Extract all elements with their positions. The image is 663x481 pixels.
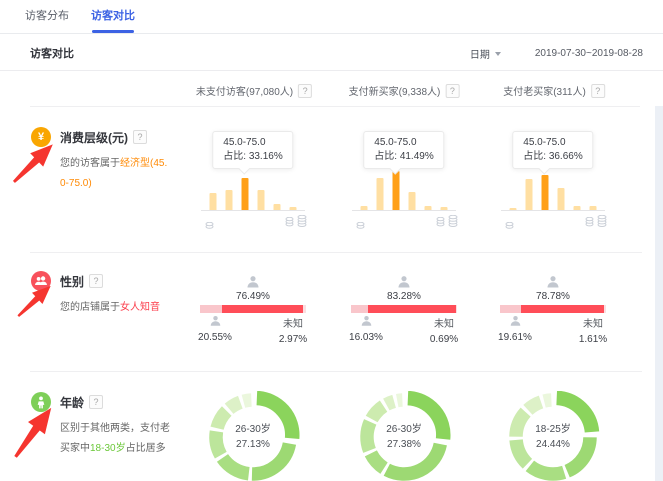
tab-label: 访客分布 <box>25 10 69 22</box>
coins-high-icon <box>436 211 458 229</box>
tab-bar: 访客分布 访客对比 <box>0 0 663 34</box>
column-header-new-buyers: 支付新买家(9,338人)? <box>349 83 460 98</box>
help-icon[interactable]: ? <box>591 84 605 98</box>
help-icon[interactable]: ? <box>133 130 147 144</box>
help-icon[interactable]: ? <box>89 395 103 409</box>
unknown-percent: 2.97% <box>273 334 313 345</box>
gender-stacked-bar[interactable] <box>200 305 306 313</box>
unknown-percent: 1.61% <box>573 334 613 345</box>
consumption-chart-new-buyers: 45.0-75.0 占比: 41.49% <box>344 118 464 252</box>
age-chart-unpaid: 26-30岁 27.13% <box>193 388 313 481</box>
male-percent: 19.61% <box>495 332 535 343</box>
column-header-unpaid-visitors: 未支付访客(97,080人)? <box>196 83 312 98</box>
chart-tooltip: 45.0-75.0 占比: 41.49% <box>363 131 444 169</box>
chart-tooltip: 45.0-75.0 占比: 33.16% <box>212 131 293 169</box>
coins-high-icon <box>585 211 607 229</box>
consumption-chart-unpaid: 45.0-75.0 占比: 33.16% <box>193 118 313 252</box>
male-block: 19.61% <box>495 315 535 343</box>
gender-stacked-bar[interactable] <box>351 305 457 313</box>
bar-chart[interactable] <box>210 178 297 210</box>
male-percent: 20.55% <box>195 332 235 343</box>
female-percent: 83.28% <box>344 291 464 302</box>
coins-low-icon <box>505 213 514 231</box>
unknown-label: 未知 <box>573 315 613 330</box>
female-percent: 76.49% <box>193 291 313 302</box>
tab-visitor-distribution[interactable]: 访客分布 <box>25 0 69 33</box>
male-block: 16.03% <box>346 315 386 343</box>
unknown-label: 未知 <box>424 315 464 330</box>
panel-title: 访客对比 <box>30 45 74 61</box>
tab-visitor-compare[interactable]: 访客对比 <box>91 0 135 33</box>
row-description: 区别于其他两类，支付老买家中18-30岁占比居多 <box>60 419 172 459</box>
help-icon[interactable]: ? <box>89 274 103 288</box>
date-filter[interactable]: 日期 2019-07-30~2019-08-28 <box>470 46 643 61</box>
date-filter-label[interactable]: 日期 <box>470 46 490 61</box>
coins-low-icon <box>356 213 365 231</box>
unknown-percent: 0.69% <box>424 334 464 345</box>
divider <box>30 252 642 253</box>
visitor-compare-page: 访客分布 访客对比 访客对比 日期 2019-07-30~2019-08-28 … <box>0 0 663 481</box>
gender-chart-new-buyers: 83.28% 16.03% 未知 0.69% <box>344 270 464 350</box>
bar-chart[interactable] <box>361 171 448 210</box>
highlight-text: 女人知音 <box>120 302 160 313</box>
active-tab-underline <box>92 30 134 33</box>
coins-low-icon <box>205 213 214 231</box>
chevron-down-icon <box>495 52 501 56</box>
date-range-value[interactable]: 2019-07-30~2019-08-28 <box>535 48 643 59</box>
unknown-block: 未知 1.61% <box>573 315 613 345</box>
row-label-consumption: ¥ 消费层级(元) ? 您的访客属于经济型(45.0-75.0) <box>31 127 183 194</box>
unknown-block: 未知 0.69% <box>424 315 464 345</box>
male-percent: 16.03% <box>346 332 386 343</box>
row-description: 您的访客属于经济型(45.0-75.0) <box>60 154 172 194</box>
chart-tooltip: 45.0-75.0 占比: 36.66% <box>512 131 593 169</box>
gender-stacked-bar[interactable] <box>500 305 606 313</box>
unknown-block: 未知 2.97% <box>273 315 313 345</box>
divider <box>0 70 663 71</box>
female-icon <box>546 275 561 292</box>
male-icon <box>509 319 522 330</box>
donut-center-label: 18-25岁 24.44% <box>493 422 613 452</box>
coins-high-icon <box>285 211 307 229</box>
female-icon <box>246 275 261 292</box>
row-description: 您的店铺属于女人知音 <box>60 298 172 318</box>
column-header-repeat-buyers: 支付老买家(311人)? <box>503 83 605 98</box>
consumption-chart-repeat-buyers: 45.0-75.0 占比: 36.66% <box>493 118 613 252</box>
age-chart-repeat-buyers: 18-25岁 24.44% <box>493 388 613 481</box>
donut-center-label: 26-30岁 27.38% <box>344 422 464 452</box>
male-block: 20.55% <box>195 315 235 343</box>
donut-center-label: 26-30岁 27.13% <box>193 422 313 452</box>
row-title: 消费层级(元) <box>60 129 128 146</box>
divider <box>30 371 642 372</box>
male-icon <box>360 319 373 330</box>
row-label-age: 年龄 ? 区别于其他两类，支付老买家中18-30岁占比居多 <box>31 392 183 459</box>
gender-chart-repeat-buyers: 78.78% 19.61% 未知 1.61% <box>493 270 613 350</box>
male-icon <box>209 319 222 330</box>
help-icon[interactable]: ? <box>445 84 459 98</box>
page-background-strip <box>655 106 663 481</box>
highlight-text: 18-30岁 <box>90 443 126 454</box>
bar-chart[interactable] <box>510 175 597 210</box>
unknown-label: 未知 <box>273 315 313 330</box>
female-percent: 78.78% <box>493 291 613 302</box>
gender-chart-unpaid: 76.49% 20.55% 未知 2.97% <box>193 270 313 350</box>
tab-label: 访客对比 <box>91 10 135 22</box>
age-chart-new-buyers: 26-30岁 27.38% <box>344 388 464 481</box>
row-title: 性别 <box>60 273 84 290</box>
divider <box>30 106 640 107</box>
female-icon <box>397 275 412 292</box>
help-icon[interactable]: ? <box>298 84 312 98</box>
row-title: 年龄 <box>60 394 84 411</box>
